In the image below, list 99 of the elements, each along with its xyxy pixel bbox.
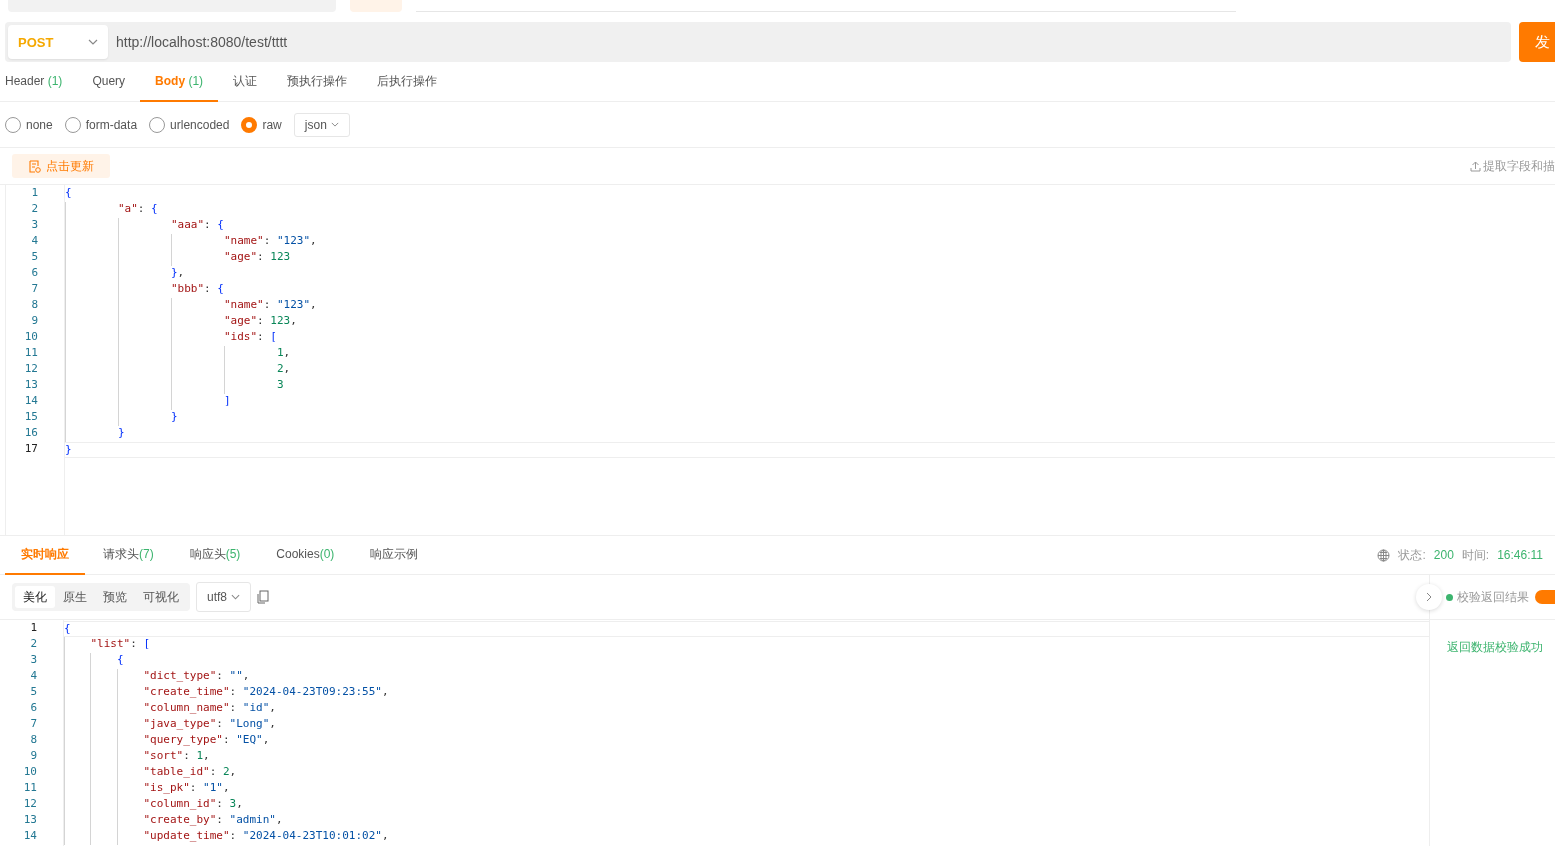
response-tab[interactable]: 响应头(5): [171, 535, 259, 575]
code-line: {: [116, 653, 124, 668]
line-number: 17: [23, 442, 39, 457]
code-line: }: [170, 410, 178, 425]
code-line: "create_by": "admin",: [143, 813, 283, 828]
line-number: 7: [29, 717, 38, 732]
validation-message: 返回数据校验成功: [1446, 639, 1544, 656]
code-line: "java_type": "Long",: [143, 717, 276, 732]
line-number: 10: [22, 765, 38, 780]
body-mode-radio[interactable]: form-data: [64, 116, 138, 133]
code-line: "a": {: [117, 202, 158, 217]
code-line: {: [64, 622, 71, 636]
code-line: },: [170, 266, 185, 281]
line-number: 2: [30, 202, 39, 217]
code-line: "query_type": "EQ",: [143, 733, 270, 748]
time-label: 时间:: [1461, 546, 1490, 564]
line-number: 2: [29, 637, 38, 652]
code-line: "sort": 1,: [143, 749, 210, 764]
status-value: 200: [1433, 548, 1454, 562]
line-number: 7: [30, 282, 39, 297]
line-number: 13: [23, 378, 39, 393]
validation-toggle[interactable]: [1535, 590, 1555, 604]
response-tab[interactable]: 响应示例: [352, 535, 437, 575]
line-number: 3: [30, 218, 39, 233]
upload-icon: [1470, 160, 1481, 172]
code-line: "name": "123",: [223, 298, 317, 313]
document-icon: [28, 159, 41, 173]
line-number: 12: [22, 797, 38, 812]
view-mode-button[interactable]: 可视化: [135, 586, 187, 608]
line-number: 14: [22, 829, 38, 844]
view-mode-button[interactable]: 美化: [15, 586, 55, 608]
view-mode-button[interactable]: 原生: [55, 586, 95, 608]
code-line: ]: [223, 394, 231, 409]
line-number: 6: [30, 266, 39, 281]
chevron-down-icon: [330, 122, 339, 127]
time-value: 16:46:11: [1497, 548, 1543, 562]
format-dropdown[interactable]: json: [293, 112, 350, 137]
code-line: "ids": [: [223, 330, 277, 345]
chevron-down-icon: [88, 39, 98, 45]
line-number: 14: [23, 394, 39, 409]
request-tab[interactable]: 预执行操作: [272, 62, 363, 102]
line-number: 3: [29, 653, 38, 668]
line-number: 4: [29, 669, 38, 684]
body-mode-radio[interactable]: none: [5, 116, 53, 133]
line-number: 11: [23, 346, 39, 361]
code-line: "column_name": "id",: [143, 701, 276, 716]
encoding-dropdown[interactable]: utf8: [196, 582, 251, 612]
code-line: "create_time": "2024-04-23T09:23:55",: [143, 685, 389, 700]
line-number: 8: [30, 298, 39, 313]
line-number: 11: [22, 781, 38, 796]
body-mode-radio[interactable]: raw: [241, 116, 282, 133]
code-line: "age": 123: [223, 250, 291, 265]
line-number: 4: [30, 234, 39, 249]
line-number: 1: [29, 621, 38, 636]
code-line: {: [65, 186, 72, 201]
line-number: 15: [23, 410, 39, 425]
chevron-right-icon: [1426, 592, 1432, 602]
line-number: 8: [29, 733, 38, 748]
line-number: 10: [23, 330, 39, 345]
status-label: 状态:: [1398, 546, 1426, 564]
code-line: "age": 123,: [223, 314, 297, 329]
request-tab[interactable]: 认证: [218, 62, 273, 102]
collapse-button[interactable]: [1416, 584, 1442, 610]
line-number: 5: [30, 250, 39, 265]
line-number: 6: [29, 701, 38, 716]
code-line: 1,: [276, 346, 291, 361]
line-number: 13: [22, 813, 38, 828]
code-line: "bbb": {: [170, 282, 224, 297]
line-number: 1: [30, 186, 39, 201]
response-tab[interactable]: Cookies(0): [258, 535, 353, 575]
code-line: "table_id": 2,: [143, 765, 237, 780]
request-tab[interactable]: Header (1): [5, 62, 78, 102]
line-number: 12: [23, 362, 39, 377]
line-number: 9: [30, 314, 39, 329]
code-line: "aaa": {: [170, 218, 224, 233]
code-line: "dict_type": "",: [143, 669, 250, 684]
body-mode-radio[interactable]: urlencoded: [149, 116, 230, 133]
validation-label: 校验返回结果: [1457, 588, 1529, 606]
code-line: 3: [276, 378, 284, 393]
code-line: 2,: [276, 362, 291, 377]
code-line: "update_time": "2024-04-23T10:01:02",: [143, 829, 389, 844]
code-line: "column_id": 3,: [143, 797, 243, 812]
line-number: 16: [23, 426, 39, 441]
view-mode-button[interactable]: 预览: [95, 586, 135, 608]
code-line: }: [117, 426, 125, 441]
request-tab[interactable]: Query: [77, 62, 141, 102]
code-line: "name": "123",: [223, 234, 317, 249]
code-line: "list": [: [90, 637, 151, 652]
request-tab[interactable]: 后执行操作: [362, 62, 453, 102]
copy-icon[interactable]: [257, 590, 269, 604]
globe-icon: [1377, 548, 1391, 562]
code-line: }: [65, 443, 72, 457]
line-number: 5: [29, 685, 38, 700]
line-number: 9: [29, 749, 38, 764]
response-tab[interactable]: 请求头(7): [85, 535, 172, 575]
status-dot: [1446, 593, 1453, 601]
code-line: "is_pk": "1",: [143, 781, 230, 796]
chevron-down-icon: [231, 594, 240, 600]
url-field[interactable]: http://localhost:8080/test/tttt: [108, 25, 1508, 59]
